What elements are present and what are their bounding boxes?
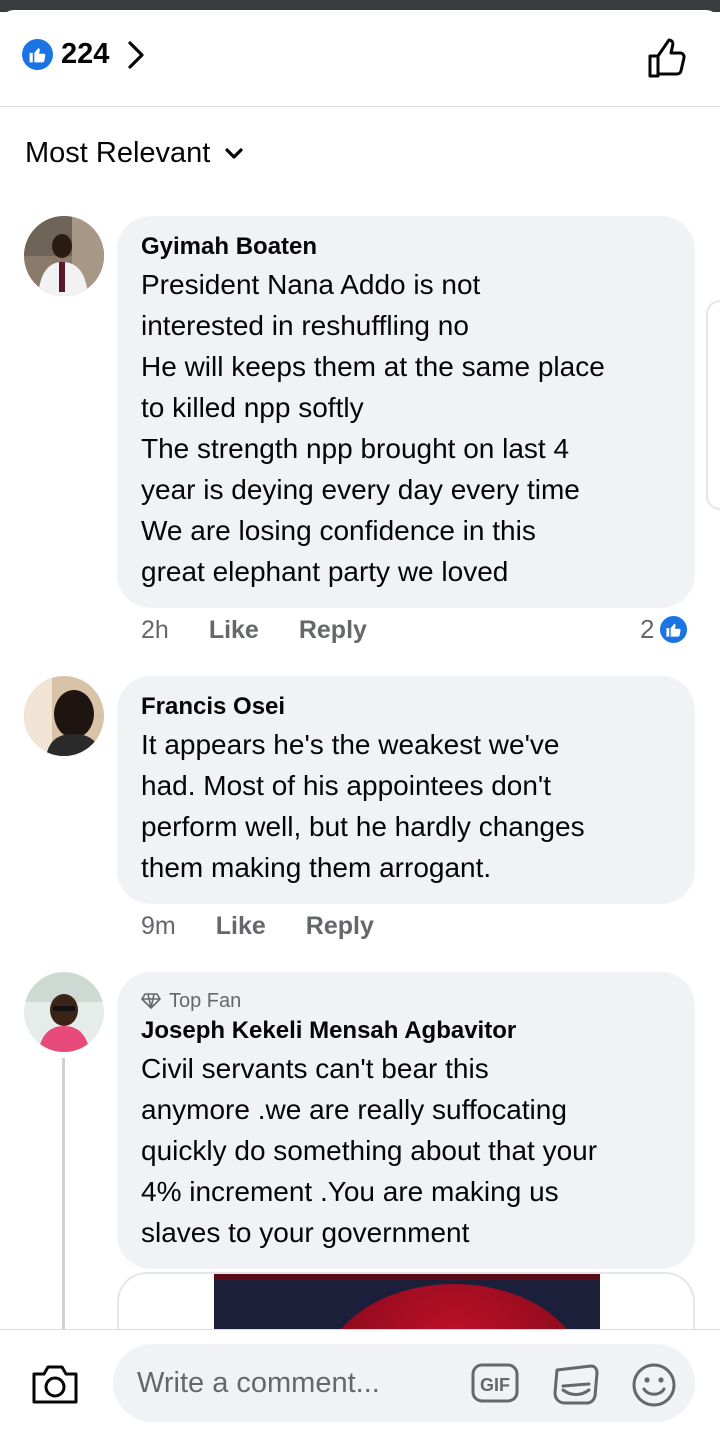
comment-composer: GIF — [0, 1329, 720, 1431]
comment-author[interactable]: Francis Osei — [141, 690, 671, 724]
diamond-icon — [141, 993, 161, 1009]
chevron-right-icon — [128, 40, 144, 69]
comment-text: Civil servants can't bear this anymore .… — [141, 1053, 598, 1248]
comment-author[interactable]: Gyimah Boaten — [141, 230, 671, 264]
comment-actions: 2h Like Reply — [141, 616, 407, 645]
comment-reactions[interactable]: 2 — [640, 614, 690, 645]
top-fan-badge[interactable]: Top Fan — [141, 988, 671, 1014]
comment-input-container[interactable]: GIF — [113, 1344, 695, 1422]
reply-link[interactable]: Reply — [299, 616, 367, 645]
chevron-down-icon — [225, 147, 243, 159]
badge-label: Top Fan — [169, 990, 242, 1012]
comment-author[interactable]: Joseph Kekeli Mensah Agbavitor — [141, 1014, 671, 1048]
gif-icon[interactable]: GIF — [471, 1362, 519, 1404]
comment-bubble: Top Fan Joseph Kekeli Mensah Agbavitor C… — [117, 972, 695, 1269]
side-panel-handle[interactable] — [706, 300, 720, 510]
reactions-header: 224 — [0, 10, 720, 107]
thumbs-up-icon — [22, 39, 53, 70]
emoji-icon[interactable] — [631, 1362, 677, 1408]
reply-thread-line — [62, 1058, 65, 1338]
comments-sheet: 224 Most Relevant Gyimah Boaten Presiden… — [0, 10, 720, 1431]
comment-bubble: Francis Osei It appears he's the weakest… — [117, 676, 695, 904]
reactions-summary[interactable]: 224 — [22, 38, 145, 71]
attachment-graphic-bar — [214, 1274, 600, 1280]
comment-actions: 9m Like Reply — [141, 912, 414, 941]
avatar[interactable] — [24, 216, 104, 296]
comment-bubble: Gyimah Boaten President Nana Addo is not… — [117, 216, 695, 608]
comment-text: It appears he's the weakest we've had. M… — [141, 729, 585, 883]
sort-dropdown[interactable]: Most Relevant — [25, 137, 244, 170]
avatar[interactable] — [24, 676, 104, 756]
like-link[interactable]: Like — [216, 912, 266, 941]
comment-text: President Nana Addo is not interested in… — [141, 269, 605, 587]
comment-time[interactable]: 9m — [141, 912, 176, 941]
sticker-icon[interactable] — [551, 1362, 599, 1406]
svg-text:GIF: GIF — [480, 1375, 510, 1395]
avatar[interactable] — [24, 972, 104, 1052]
thumbs-up-icon — [658, 614, 690, 645]
camera-icon[interactable] — [30, 1362, 80, 1406]
sort-label: Most Relevant — [25, 137, 211, 169]
comment-reaction-count: 2 — [640, 614, 655, 644]
like-outline-icon[interactable] — [646, 36, 690, 80]
reaction-count: 224 — [61, 38, 110, 70]
like-link[interactable]: Like — [209, 616, 259, 645]
comment-input[interactable] — [137, 1344, 457, 1422]
reply-link[interactable]: Reply — [306, 912, 374, 941]
comment-time[interactable]: 2h — [141, 616, 169, 645]
